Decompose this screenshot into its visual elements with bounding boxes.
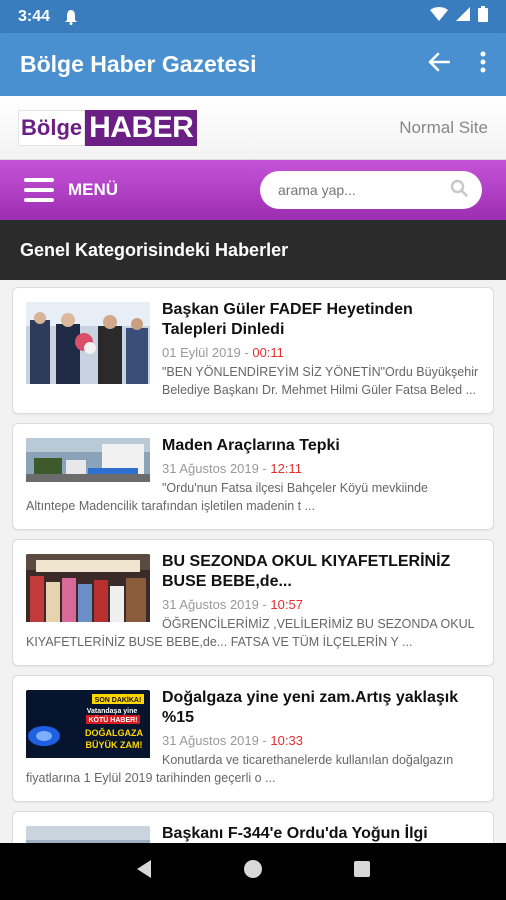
search-input[interactable] [278,182,438,198]
status-time: 3:44 [18,7,51,25]
app-title: Bölge Haber Gazetesi [20,51,257,77]
thumb-text-breaking: SON DAKİKA! [95,696,142,704]
signal-icon [456,7,470,26]
overflow-menu-icon[interactable] [480,51,486,78]
news-card[interactable]: Başkanı F-344'e Ordu'da Yoğun İlgi [12,811,494,843]
news-date-text: 01 Eylül 2019 [162,345,241,360]
news-date-text: 31 Ağustos 2019 [162,461,259,476]
logo-text-bolge: Bölge [18,109,86,146]
thumb-text-line2: Vatandaşa yine [87,708,138,715]
search-icon[interactable] [450,179,468,202]
news-card[interactable]: BU SEZONDA OKUL KIYAFETLERİNİZ BUSE BEBE… [12,539,494,666]
notification-bell-icon [64,9,78,25]
thumb-text-line3: KÖTÜ HABER! [89,715,138,724]
back-arrow-icon[interactable] [428,52,451,77]
system-nav-bar [0,843,506,900]
news-thumbnail [26,826,150,843]
news-date-text: 31 Ağustos 2019 [162,733,259,748]
nav-back-icon[interactable] [135,859,153,884]
news-date-text: 31 Ağustos 2019 [162,597,259,612]
news-time: 12:11 [270,461,302,476]
battery-icon [478,6,488,27]
news-card[interactable]: SON DAKİKA! Vatandaşa yine KÖTÜ HABER! D… [12,675,494,802]
menu-bar: MENÜ [0,160,506,220]
news-time: 10:33 [270,733,303,748]
status-bar: 3:44 [0,0,506,33]
nav-recents-icon[interactable] [353,860,371,883]
news-time: 10:57 [270,597,303,612]
thumb-text-line5: BÜYÜK ZAM! [86,740,143,750]
news-list: Başkan Güler FADEF Heyetinden Talepleri … [12,287,494,843]
news-card[interactable]: Başkan Güler FADEF Heyetinden Talepleri … [12,287,494,414]
news-thumbnail [26,302,150,389]
site-header: Bölge HABER Normal Site [0,96,506,160]
logo-text-haber: HABER [85,109,198,146]
news-card[interactable]: Maden Araçlarına Tepki 31 Ağustos 2019 -… [12,423,494,530]
menu-label[interactable]: MENÜ [68,180,118,200]
wifi-icon [430,7,448,26]
normal-site-link[interactable]: Normal Site [399,118,488,138]
news-thumbnail: SON DAKİKA! Vatandaşa yine KÖTÜ HABER! D… [26,690,150,763]
thumb-text-line4: DOĞALGAZA [85,727,143,738]
hamburger-menu-icon[interactable] [24,178,54,202]
news-time: 00:11 [252,345,284,360]
news-thumbnail [26,554,150,627]
search-box [260,171,482,209]
news-thumbnail [26,438,150,487]
app-bar: Bölge Haber Gazetesi [0,33,506,96]
site-logo[interactable]: Bölge HABER [18,109,198,146]
section-title: Genel Kategorisindeki Haberler [0,220,506,280]
nav-home-icon[interactable] [243,859,263,884]
